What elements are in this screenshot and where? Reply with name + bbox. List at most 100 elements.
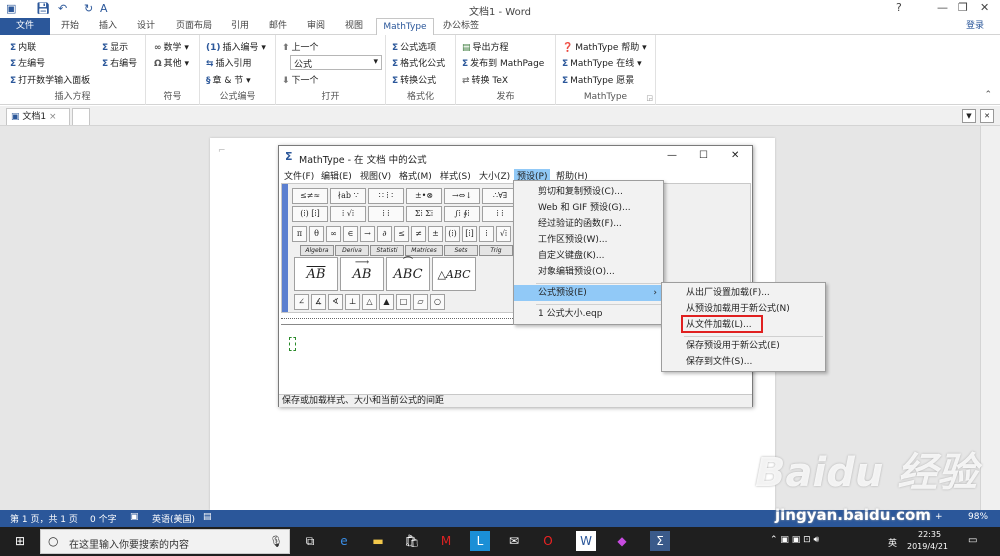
equation-select[interactable]: 公式 ▾ [290, 55, 382, 70]
new-tab[interactable] [72, 108, 90, 125]
chapter-section-button[interactable]: § 章 & 节 ▾ [206, 73, 251, 86]
dialog-launcher-icon[interactable]: ◲ [646, 94, 653, 102]
taskbar-search[interactable]: ○ 在这里输入你要搜索的内容 🎙︎ [40, 529, 290, 554]
display-button[interactable]: Σ 显示 [102, 40, 128, 53]
store-icon[interactable]: 🛍︎ [402, 531, 422, 551]
embellishments-palette[interactable]: ∷ ⁞ ∶ [368, 188, 404, 204]
tab-mathtype[interactable]: MathType [376, 18, 434, 36]
relations-palette[interactable]: ≤≠≈ [292, 188, 328, 204]
convert-equations-button[interactable]: Σ 转换公式 [392, 73, 436, 86]
previous-button[interactable]: ⬆ 上一个 [282, 40, 319, 53]
insert-number-button[interactable]: (1) 插入编号 ▾ [206, 40, 266, 53]
square-button[interactable]: □ [396, 294, 411, 310]
partial-button[interactable]: ∂ [377, 226, 392, 242]
customize-keyboard-item[interactable]: 自定义键盘(K)... [514, 248, 663, 264]
tab-office-tab[interactable]: 办公标签 [436, 18, 486, 35]
equation-presets-item[interactable]: 公式预设(E) › [514, 285, 663, 301]
left-number-button[interactable]: Σ 左编号 [10, 56, 45, 69]
tab-design[interactable]: 设计 [128, 18, 164, 35]
equation-options-button[interactable]: Σ 公式选项 [392, 40, 436, 53]
windows-start-icon[interactable]: ⊞ [10, 531, 30, 551]
tab-insert[interactable]: 插入 [90, 18, 126, 35]
triangle-button[interactable]: △ [362, 294, 377, 310]
plusminus-button[interactable]: ± [428, 226, 443, 242]
tab-trig[interactable]: Trig [479, 245, 513, 256]
next-button[interactable]: ⬇ 下一个 [282, 73, 319, 86]
parallelogram-button[interactable]: ▱ [413, 294, 428, 310]
brackets-button[interactable]: [⁞] [462, 226, 477, 242]
menu-view[interactable]: 视图(V) [360, 169, 391, 182]
workspace-presets-item[interactable]: 工作区预设(W)... [514, 232, 663, 248]
equation-slot[interactable] [289, 337, 296, 351]
tab-algebra[interactable]: Algebra [300, 245, 334, 256]
menu-file[interactable]: 文件(F) [284, 169, 314, 182]
mathtype-help-button[interactable]: ❓ MathType 帮助 ▾ [562, 40, 647, 53]
tab-close-all[interactable]: ✕ [980, 109, 994, 123]
tab-sets[interactable]: Sets [444, 245, 478, 256]
restore-button[interactable]: ❐ [958, 1, 968, 14]
tab-mailings[interactable]: 邮件 [260, 18, 296, 35]
operators-palette[interactable]: ±•⊗ [406, 188, 442, 204]
tab-list-dropdown[interactable]: ▼ [962, 109, 976, 123]
page-count[interactable]: 第 1 页，共 1 页 [10, 512, 78, 525]
arrows-palette[interactable]: →⇔↓ [444, 188, 480, 204]
minimize-button[interactable]: — [937, 1, 948, 14]
inline-button[interactable]: Σ 内联 [10, 40, 36, 53]
spaces-palette[interactable]: ∤ab ∵ [330, 188, 366, 204]
close-tab-icon[interactable]: × [49, 112, 57, 122]
fences-palette[interactable]: (⁞) [⁞] [292, 206, 328, 222]
mt-minimize-button[interactable]: — [667, 150, 677, 161]
circle-button[interactable]: ○ [430, 294, 445, 310]
sums-palette[interactable]: Σ⁞ Σ⁞ [406, 206, 442, 222]
verified-functions-item[interactable]: 经过验证的函数(F)... [514, 216, 663, 232]
object-editing-presets-item[interactable]: 对象编辑预设(O)... [514, 264, 663, 280]
triangle-abc-button[interactable]: △ABC [432, 257, 476, 291]
menu-style[interactable]: 样式(S) [440, 169, 471, 182]
measured-angle-button[interactable]: ∡ [311, 294, 326, 310]
mt-maximize-button[interactable]: ☐ [699, 150, 708, 161]
mail-icon[interactable]: ✉ [504, 531, 524, 551]
perpendicular-button[interactable]: ⊥ [345, 294, 360, 310]
mathtype-online-button[interactable]: Σ MathType 在线 ▾ [562, 56, 642, 69]
file-explorer-icon[interactable]: ▬ [368, 531, 388, 551]
clock-time[interactable]: 22:35 [918, 530, 941, 539]
tab-view[interactable]: 视图 [336, 18, 372, 35]
arc-abc-button[interactable]: ⌒ ABC [386, 257, 430, 291]
tray-icons[interactable]: ⌃ ▣ ▣ ⊡ 🔊︎ [770, 535, 819, 545]
mathtype-taskbar-icon[interactable]: Σ [650, 531, 670, 551]
app-l-icon[interactable]: L [470, 531, 490, 551]
neq-button[interactable]: ≠ [411, 226, 426, 242]
edge-icon[interactable]: e [334, 531, 354, 551]
export-equations-button[interactable]: ▤ 导出方程 [462, 40, 509, 53]
load-factory-item[interactable]: 从出厂设置加载(F)... [662, 285, 825, 301]
leq-button[interactable]: ≤ [394, 226, 409, 242]
angle-button[interactable]: ∠ [294, 294, 309, 310]
element-button[interactable]: ∈ [343, 226, 358, 242]
integrals-palette[interactable]: ∫⁞ ∮⁞ [444, 206, 480, 222]
macro-icon[interactable]: ▤ [203, 512, 212, 522]
sqrt-button[interactable]: √⁞ [496, 226, 511, 242]
braces-button[interactable]: ⁞ [479, 226, 494, 242]
notification-icon[interactable]: ▭ [968, 535, 977, 546]
clock-date[interactable]: 2019/4/21 [907, 542, 948, 551]
ime-indicator[interactable]: 英 [888, 536, 897, 549]
convert-tex-button[interactable]: ⇄ 转换 TeX [462, 73, 508, 86]
save-for-new-item[interactable]: 保存预设用于新公式(E) [662, 338, 825, 354]
other-symbols-button[interactable]: Ω 其他 ▾ [154, 56, 189, 69]
scripts-palette[interactable]: ⁞ ⁞ [368, 206, 404, 222]
mathtype-vision-button[interactable]: Σ MathType 愿景 [562, 73, 634, 86]
tab-home[interactable]: 开始 [52, 18, 88, 35]
microphone-icon[interactable]: 🎙︎ [269, 535, 283, 548]
pi-button[interactable]: π [292, 226, 307, 242]
language[interactable]: 英语(美国) [152, 512, 195, 525]
save-to-file-item[interactable]: 保存到文件(S)... [662, 354, 825, 370]
math-symbols-button[interactable]: ∞ 数学 ▾ [154, 40, 189, 53]
tab-file[interactable]: 文件 [0, 18, 50, 35]
word-taskbar-icon[interactable]: W [576, 531, 596, 551]
parens-button[interactable]: (⁞) [445, 226, 460, 242]
close-button[interactable]: ✕ [980, 1, 989, 14]
document-tab[interactable]: ▣ 文档1 × [6, 108, 70, 125]
opera-icon[interactable]: O [538, 531, 558, 551]
web-gif-presets-item[interactable]: Web 和 GIF 预设(G)... [514, 200, 663, 216]
mcafee-icon[interactable]: M [436, 531, 456, 551]
